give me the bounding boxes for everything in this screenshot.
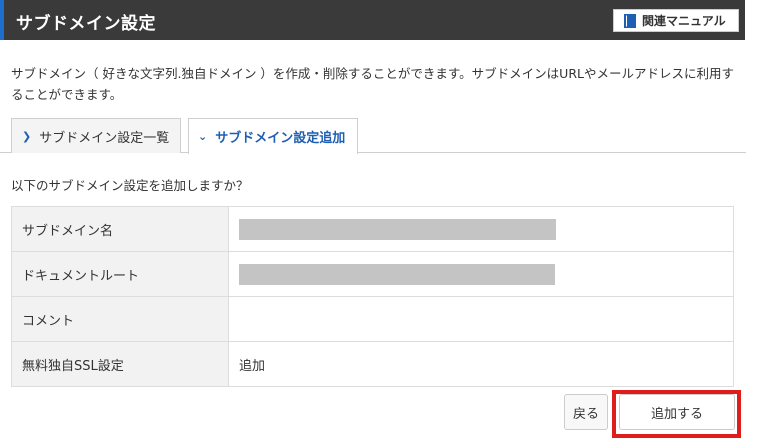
redacted-document-root [239,263,555,285]
row-value-subdomain [228,206,734,252]
tab-label: サブドメイン設定一覧 [39,130,170,146]
tab-label: サブドメイン設定追加 [215,131,346,146]
table-row: サブドメイン名 [11,206,734,252]
page-title: サブドメイン設定 [16,14,156,34]
table-row: コメント [11,296,734,342]
back-button[interactable]: 戻る [564,394,608,430]
table-row: ドキュメントルート [11,251,734,297]
row-label-ssl: 無料独自SSL設定 [11,341,229,387]
book-icon [624,13,636,28]
related-manual-button[interactable]: 関連マニュアル [613,9,739,32]
chevron-down-icon: ⌄ [198,130,208,143]
settings-table: サブドメイン名 ドキュメントルート コメント 無料独自SSL設定 追加 [11,206,734,387]
page-description: サブドメイン（ 好きな文字列.独自ドメイン ）を作成・削除することができます。サ… [11,66,734,102]
row-label-comment: コメント [11,296,229,342]
row-value-ssl: 追加 [228,341,734,387]
row-value-document-root [228,251,734,297]
page-header: サブドメイン設定 関連マニュアル [0,0,745,40]
tab-subdomain-list[interactable]: ❯ サブドメイン設定一覧 [11,118,181,153]
row-label-subdomain: サブドメイン名 [11,206,229,252]
confirm-question: 以下のサブドメイン設定を追加しますか？ [11,178,249,193]
row-label-document-root: ドキュメントルート [11,251,229,297]
table-row: 無料独自SSL設定 追加 [11,341,734,387]
row-value-comment [228,296,734,342]
tab-subdomain-add[interactable]: ⌄ サブドメイン設定追加 [188,118,358,154]
chevron-right-icon: ❯ [22,129,32,143]
redacted-subdomain [239,218,556,240]
related-manual-label: 関連マニュアル [642,14,726,28]
add-button[interactable]: 追加する [619,394,735,430]
